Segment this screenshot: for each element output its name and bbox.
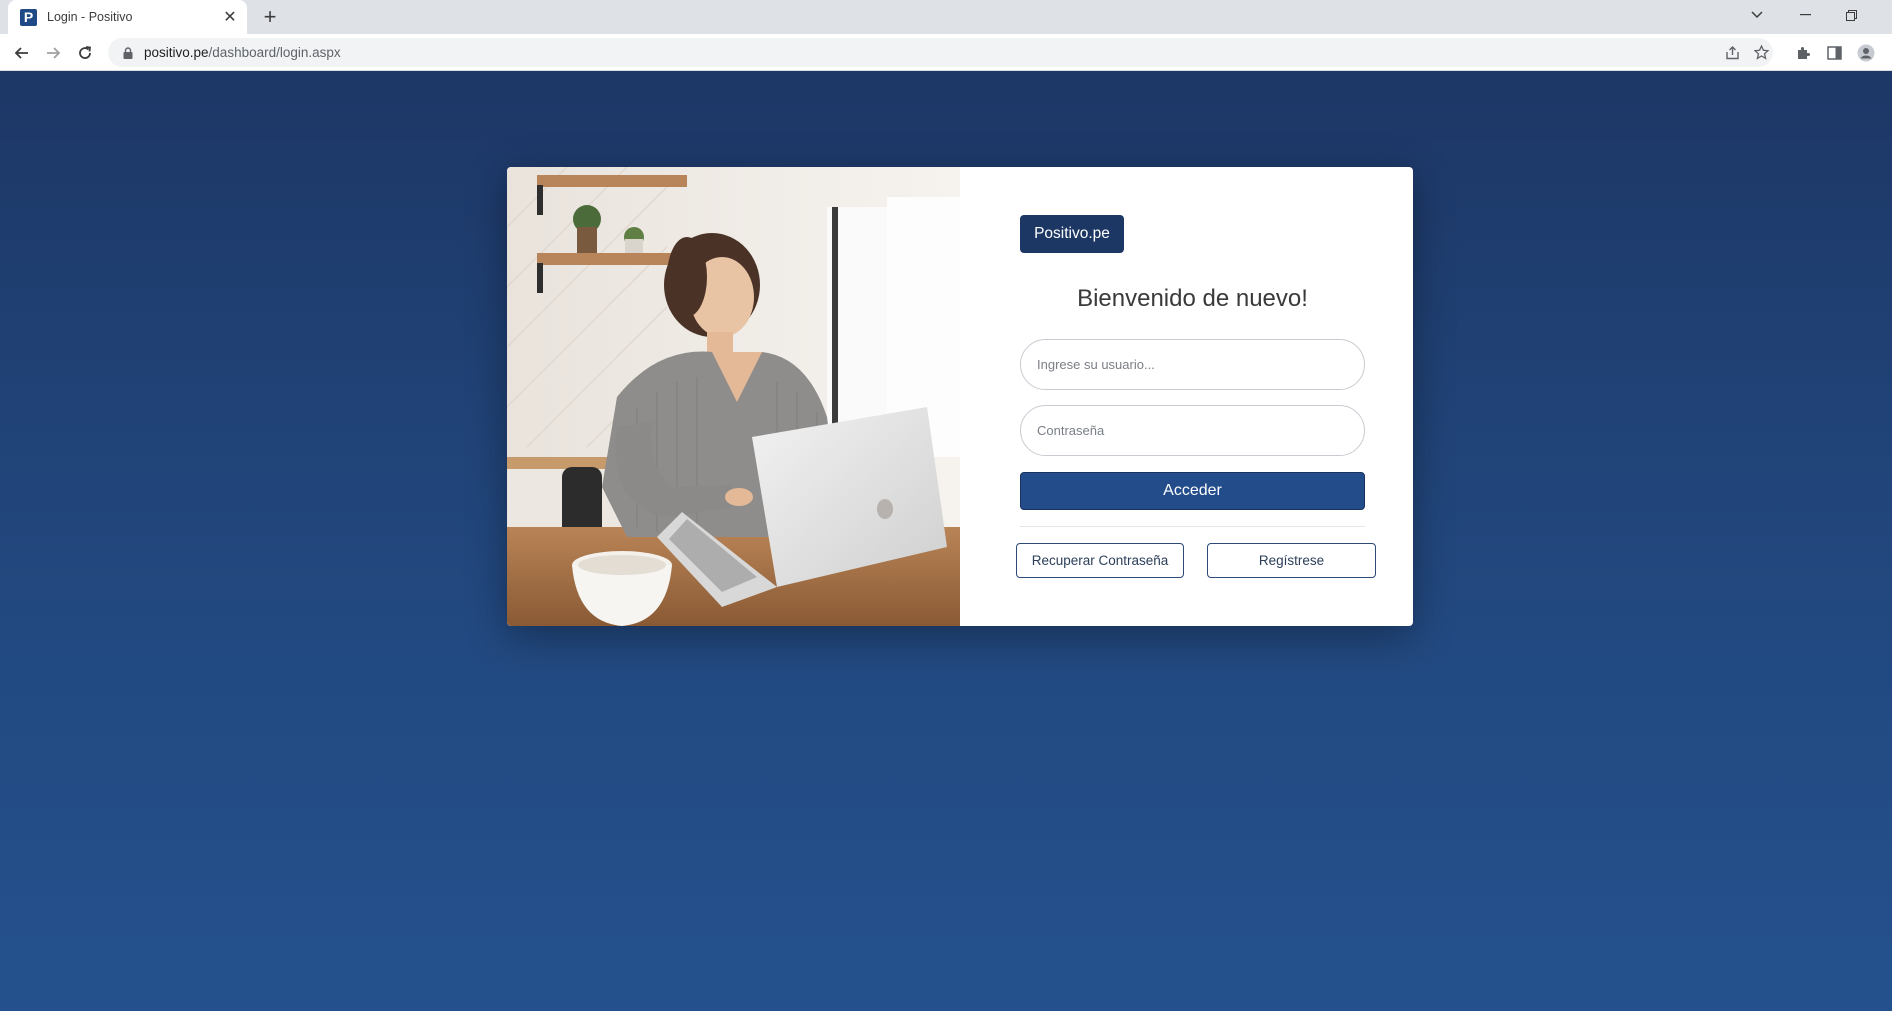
positivo-favicon-icon: P [20, 8, 37, 26]
login-card: Positivo.pe Bienvenido de nuevo! Acceder… [507, 167, 1413, 626]
side-panel-icon[interactable] [1820, 39, 1848, 67]
lock-icon[interactable] [122, 46, 134, 59]
url-text[interactable]: positivo.pe/dashboard/login.aspx [144, 45, 341, 60]
form-divider [1020, 526, 1365, 527]
forward-icon[interactable] [39, 39, 67, 67]
login-button[interactable]: Acceder [1020, 472, 1365, 510]
recover-password-button[interactable]: Recuperar Contraseña [1016, 543, 1184, 578]
extensions-icon[interactable] [1788, 39, 1816, 67]
welcome-heading: Bienvenido de nuevo! [1077, 285, 1308, 312]
browser-toolbar: positivo.pe/dashboard/login.aspx [0, 34, 1892, 71]
address-bar[interactable]: positivo.pe/dashboard/login.aspx [108, 38, 1773, 67]
login-page: Positivo.pe Bienvenido de nuevo! Acceder… [0, 71, 1892, 1011]
username-input[interactable] [1020, 339, 1365, 390]
back-icon[interactable] [8, 39, 36, 67]
restore-icon[interactable] [1828, 0, 1874, 30]
login-form: Positivo.pe Bienvenido de nuevo! Acceder… [960, 167, 1413, 626]
profile-avatar-icon[interactable] [1852, 39, 1880, 67]
woman-with-laptop-image [507, 167, 960, 626]
bookmark-star-icon[interactable] [1747, 38, 1775, 67]
url-domain: positivo.pe [144, 45, 209, 60]
minimize-icon[interactable] [1782, 0, 1828, 30]
share-icon[interactable] [1718, 38, 1746, 67]
browser-tab[interactable]: P Login - Positivo ✕ [8, 0, 247, 34]
tab-search-icon[interactable] [1734, 0, 1780, 30]
positivo-logo[interactable]: Positivo.pe [1020, 215, 1124, 253]
register-button[interactable]: Regístrese [1207, 543, 1376, 578]
browser-tab-bar: P Login - Positivo ✕ + [0, 0, 1892, 34]
reload-icon[interactable] [71, 39, 99, 67]
new-tab-icon[interactable]: + [258, 4, 282, 29]
tab-title: Login - Positivo [47, 10, 133, 24]
password-input[interactable] [1020, 405, 1365, 456]
close-tab-icon[interactable]: ✕ [221, 8, 239, 26]
url-path: /dashboard/login.aspx [208, 45, 341, 60]
